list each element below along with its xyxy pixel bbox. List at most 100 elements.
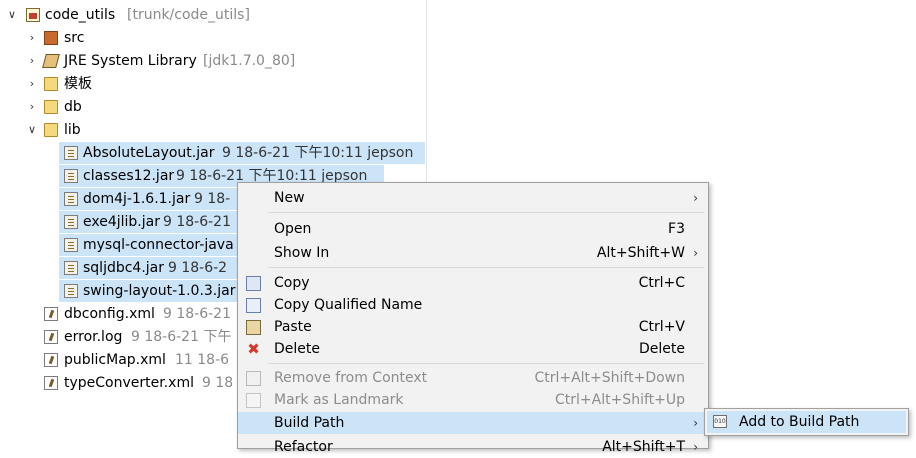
tree-node-jre-library[interactable]: › JRE System Library [jdk1.7.0_80] xyxy=(26,50,426,72)
binary-file-icon: 010 xyxy=(713,415,727,428)
tree-node-src[interactable]: › src xyxy=(26,27,426,49)
file-name: sqljdbc4.jar xyxy=(83,260,165,276)
menu-item-shortcut: Ctrl+Alt+Shift+Down xyxy=(534,370,685,386)
log-file-icon xyxy=(44,330,58,344)
file-name: dom4j-1.6.1.jar xyxy=(83,191,191,207)
file-name: mysql-connector-java xyxy=(83,237,234,253)
menu-item-delete[interactable]: ✖ Delete Delete xyxy=(238,338,708,360)
menu-item-shortcut: Ctrl+V xyxy=(638,319,685,335)
xml-file-icon xyxy=(44,353,58,367)
tree-node-file[interactable]: publicMap.xml 11 18-6 xyxy=(44,349,239,371)
tree-node-jar[interactable]: mysql-connector-java xyxy=(64,234,239,256)
tree-node-label: src xyxy=(64,30,85,46)
menu-item-remove-from-context[interactable]: Remove from Context Ctrl+Alt+Shift+Down xyxy=(238,367,708,389)
chevron-right-icon[interactable]: › xyxy=(26,50,38,72)
xml-file-icon xyxy=(44,376,58,390)
menu-item-open[interactable]: Open F3 xyxy=(238,218,708,240)
file-name: swing-layout-1.0.3.jar xyxy=(83,283,236,299)
tree-node-file[interactable]: error.log 9 18-6-21 下午 xyxy=(44,326,239,348)
tree-node-decoration: [jdk1.7.0_80] xyxy=(203,53,296,69)
file-name: classes12.jar xyxy=(83,168,175,184)
menu-item-label: Copy xyxy=(274,275,310,291)
file-meta: 9 18-6-21 xyxy=(163,306,231,322)
folder-icon xyxy=(44,100,58,114)
menu-item-build-path[interactable]: Build Path › xyxy=(238,412,708,434)
menu-item-shortcut: Alt+Shift+T xyxy=(602,439,685,455)
file-name: exe4jlib.jar xyxy=(83,214,160,230)
menu-separator xyxy=(268,363,704,364)
menu-item-shortcut: Ctrl+C xyxy=(638,275,685,291)
chevron-right-icon[interactable]: › xyxy=(26,73,38,95)
chevron-right-icon[interactable]: › xyxy=(26,27,38,49)
tree-node-code-utils[interactable]: ∨ code_utils [trunk/code_utils] xyxy=(6,4,426,26)
file-meta: 9 18-6-2 xyxy=(168,260,228,276)
jar-file-icon xyxy=(64,238,78,252)
menu-item-copy[interactable]: Copy Ctrl+C xyxy=(238,272,708,294)
menu-item-shortcut: Ctrl+Alt+Shift+Up xyxy=(554,392,685,408)
chevron-right-icon[interactable]: › xyxy=(26,96,38,118)
menu-item-refactor[interactable]: Refactor Alt+Shift+T › xyxy=(238,436,708,458)
menu-item-label: Remove from Context xyxy=(274,370,428,386)
submenu-arrow-icon: › xyxy=(693,191,698,205)
delete-icon: ✖ xyxy=(247,340,260,358)
menu-item-shortcut: Alt+Shift+W xyxy=(596,245,685,261)
project-decoration: [trunk/code_utils] xyxy=(127,7,250,23)
copy-qualified-name-icon xyxy=(246,298,261,313)
file-name: error.log xyxy=(64,329,123,345)
submenu-arrow-icon: › xyxy=(693,440,698,454)
xml-file-icon xyxy=(44,307,58,321)
jar-file-icon xyxy=(64,192,78,206)
tree-node-label: 模板 xyxy=(64,76,92,92)
menu-item-label: Add to Build Path xyxy=(739,414,860,430)
folder-icon xyxy=(44,123,58,137)
menu-item-label: Refactor xyxy=(274,439,333,455)
menu-item-label: Delete xyxy=(274,341,320,357)
tree-node-file[interactable]: typeConverter.xml 9 18 xyxy=(44,372,239,394)
chevron-down-icon[interactable]: ∨ xyxy=(6,4,18,26)
file-meta: 9 18-6-21 下午 xyxy=(131,329,232,345)
file-name: AbsoluteLayout.jar xyxy=(83,145,215,161)
jar-file-icon xyxy=(64,169,78,183)
file-meta: 9 18 xyxy=(202,375,234,391)
tree-node-lib[interactable]: ∨ lib xyxy=(26,119,426,141)
source-folder-icon xyxy=(44,31,58,45)
tree-node-jar[interactable]: exe4jlib.jar 9 18-6-21 xyxy=(64,211,239,233)
menu-item-label: Build Path xyxy=(274,415,345,431)
tree-node-db[interactable]: › db xyxy=(26,96,426,118)
jar-file-icon xyxy=(64,215,78,229)
tree-node-label: lib xyxy=(64,122,81,138)
menu-item-add-to-build-path[interactable]: 010 Add to Build Path xyxy=(707,411,906,433)
file-meta: 9 18-6-21 xyxy=(163,214,231,230)
menu-item-label: Paste xyxy=(274,319,312,335)
paste-icon xyxy=(246,320,261,335)
menu-item-new[interactable]: New › xyxy=(238,187,708,209)
landmark-icon xyxy=(246,393,261,408)
submenu-arrow-icon: › xyxy=(693,246,698,260)
file-meta: 9 18-6-21 下午10:11 jepson xyxy=(222,145,414,161)
file-name: typeConverter.xml xyxy=(64,375,194,391)
tree-node-file[interactable]: dbconfig.xml 9 18-6-21 xyxy=(44,303,239,325)
tree-node-jar[interactable]: AbsoluteLayout.jar 9 18-6-21 下午10:11 jep… xyxy=(64,142,426,164)
menu-item-copy-qualified-name[interactable]: Copy Qualified Name xyxy=(238,294,708,316)
menu-separator xyxy=(268,212,704,213)
tree-node-jar[interactable]: dom4j-1.6.1.jar 9 18- xyxy=(64,188,239,210)
menu-item-show-in[interactable]: Show In Alt+Shift+W › xyxy=(238,242,708,264)
tree-node-template[interactable]: › 模板 xyxy=(26,73,426,95)
menu-item-mark-as-landmark[interactable]: Mark as Landmark Ctrl+Alt+Shift+Up xyxy=(238,389,708,411)
file-meta: 11 18-6 xyxy=(175,352,230,368)
tree-node-jar[interactable]: sqljdbc4.jar 9 18-6-2 xyxy=(64,257,239,279)
tree-node-jar[interactable]: swing-layout-1.0.3.jar xyxy=(64,280,239,302)
menu-separator xyxy=(268,267,704,268)
tree-node-label: db xyxy=(64,99,82,115)
file-name: publicMap.xml xyxy=(64,352,166,368)
tree-node-label: JRE System Library xyxy=(64,53,197,69)
file-name: dbconfig.xml xyxy=(64,306,155,322)
menu-item-paste[interactable]: Paste Ctrl+V xyxy=(238,316,708,338)
menu-item-label: Show In xyxy=(274,245,330,261)
submenu-arrow-icon: › xyxy=(693,416,698,430)
chevron-down-icon[interactable]: ∨ xyxy=(26,119,38,141)
menu-item-label: Mark as Landmark xyxy=(274,392,404,408)
jar-file-icon xyxy=(64,261,78,275)
jar-file-icon xyxy=(64,284,78,298)
file-meta: 9 18- xyxy=(194,191,231,207)
